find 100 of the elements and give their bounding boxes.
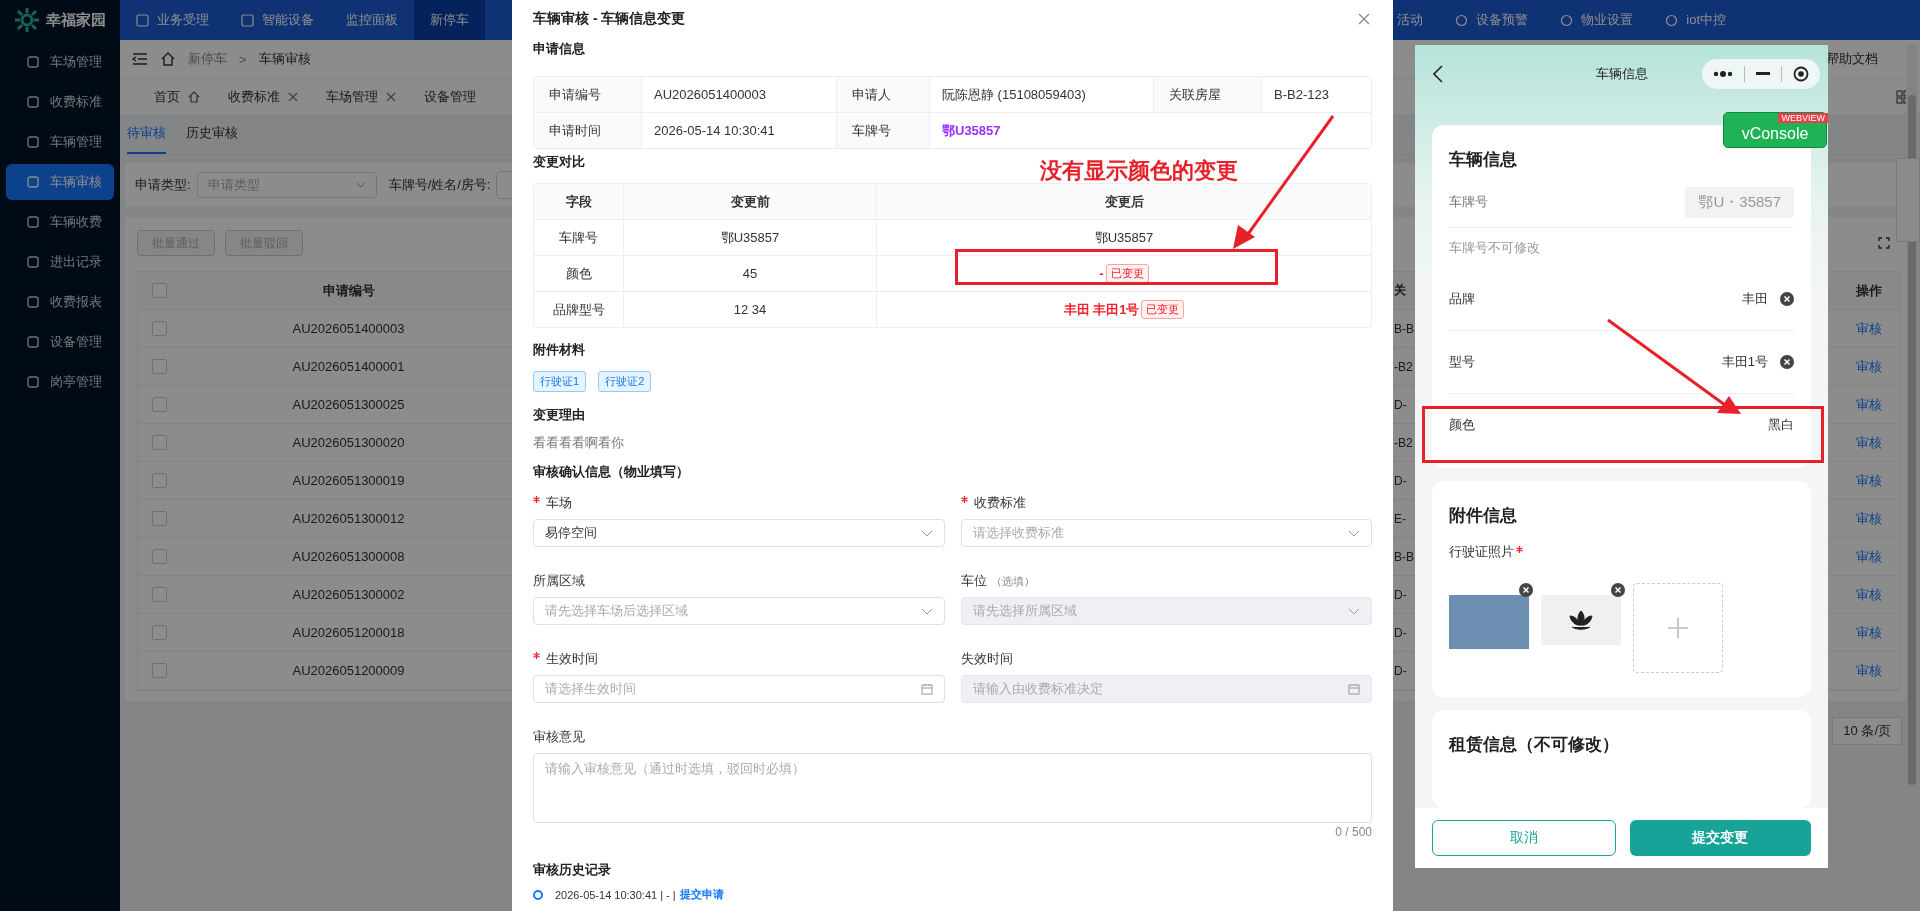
sidebar-item[interactable]: 车场管理	[6, 44, 114, 80]
page-tab[interactable]: 车场管理	[312, 87, 410, 106]
select-field[interactable]: 易停空间	[533, 519, 945, 547]
more-icon[interactable]	[1713, 71, 1734, 77]
page-tab[interactable]: 首页	[140, 87, 214, 106]
close-icon[interactable]	[288, 91, 298, 102]
checkbox[interactable]	[152, 283, 167, 298]
sidebar-item[interactable]: 车辆管理	[6, 124, 114, 160]
page-tab[interactable]: 设备管理	[410, 87, 490, 106]
minimize-icon[interactable]	[1756, 72, 1770, 76]
date-field[interactable]: 请选择生效时间	[533, 675, 945, 703]
attachment-tag[interactable]: 行驶证2	[598, 371, 652, 392]
table-cell: D-	[1394, 663, 1407, 678]
table-cell-text: AU2026051400003	[291, 320, 406, 338]
sidebar-item[interactable]: 收费报表	[6, 284, 114, 320]
select-field[interactable]: 请选择收费标准	[960, 519, 1372, 547]
checkbox[interactable]	[152, 625, 167, 640]
review-link[interactable]: 审核	[1855, 357, 1882, 376]
field-value[interactable]: 丰田	[1742, 290, 1768, 308]
page-tab[interactable]: 收费标准	[214, 87, 312, 106]
table-cell-text: AU2026051300020	[291, 434, 406, 452]
checkbox[interactable]	[152, 359, 167, 374]
field-label: 生效时间	[546, 650, 598, 668]
history-action-link[interactable]: 提交申请	[679, 887, 724, 902]
remove-icon[interactable]	[1611, 583, 1625, 597]
remove-icon[interactable]	[1519, 583, 1533, 597]
nav-item[interactable]: 新停车	[414, 0, 485, 40]
select-field[interactable]: 请先选择车场后选择区域	[533, 597, 945, 625]
review-link[interactable]: 审核	[1855, 547, 1882, 566]
page-size-select[interactable]: 10 条/页	[1832, 717, 1902, 745]
table-cell-text: AU2026051200009	[291, 662, 406, 680]
nav-item[interactable]: 设备预警	[1439, 0, 1545, 40]
table-cell: D-	[1394, 397, 1407, 412]
content-tab[interactable]: 历史审核	[186, 114, 238, 154]
checkbox[interactable]	[152, 511, 167, 526]
review-link[interactable]: 审核	[1855, 471, 1882, 490]
review-link[interactable]: 审核	[1855, 509, 1882, 528]
section-title: 附件材料	[533, 341, 585, 359]
table-cell: E-	[1394, 511, 1406, 526]
review-link[interactable]: 审核	[1855, 395, 1882, 414]
close-icon[interactable]	[1358, 13, 1370, 25]
fullscreen-icon[interactable]	[1878, 237, 1890, 249]
menu-item-icon	[26, 295, 40, 309]
back-icon[interactable]	[1433, 65, 1443, 83]
nav-item[interactable]: 业务受理	[120, 0, 225, 40]
image-thumbnail[interactable]	[1541, 595, 1621, 645]
checkbox[interactable]	[152, 473, 167, 488]
changed-tag: 已变更	[1141, 300, 1185, 319]
column-header: 关	[1394, 282, 1406, 299]
review-link[interactable]: 审核	[1855, 319, 1882, 338]
review-link[interactable]: 审核	[1855, 585, 1882, 604]
breadcrumb-item[interactable]: 新停车	[188, 50, 227, 68]
sidebar-item[interactable]: 车辆审核	[6, 164, 114, 200]
attachment-tag[interactable]: 行驶证1	[533, 371, 587, 392]
nav-item[interactable]: iot中控	[1649, 0, 1742, 40]
sidebar-item[interactable]: 进出记录	[6, 244, 114, 280]
table-cell: 鄂U35857	[624, 220, 877, 255]
required-asterisk-icon	[1516, 546, 1523, 553]
field-value[interactable]: 黑白	[1768, 416, 1794, 434]
field-value[interactable]: 丰田1号	[1721, 353, 1768, 371]
content-tab[interactable]: 待审核	[127, 114, 166, 154]
review-link[interactable]: 审核	[1855, 623, 1882, 642]
checkbox[interactable]	[152, 397, 167, 412]
checkbox[interactable]	[152, 587, 167, 602]
clear-icon[interactable]	[1780, 292, 1794, 306]
table-cell: -B2	[1394, 435, 1413, 450]
table-cell: -	[1099, 266, 1104, 281]
menu-item-icon	[26, 215, 40, 229]
sidebar-item[interactable]: 车辆收费	[6, 204, 114, 240]
sidebar-item[interactable]: 岗亭管理	[6, 364, 114, 400]
submit-button[interactable]: 提交变更	[1629, 820, 1811, 856]
filter-label: 车牌号/姓名/房号:	[388, 176, 491, 194]
reason-text: 看看看看啊看你	[533, 434, 625, 452]
checkbox[interactable]	[152, 663, 167, 678]
table-cell: 鄂U35857	[1094, 228, 1154, 247]
review-link[interactable]: 审核	[1855, 433, 1882, 452]
sidebar-item[interactable]: 设备管理	[6, 324, 114, 360]
cancel-button[interactable]: 取消	[1432, 820, 1616, 856]
plate-field: 鄂U・35857	[1685, 186, 1794, 218]
checkbox[interactable]	[152, 549, 167, 564]
target-icon[interactable]	[1792, 66, 1809, 82]
menu-icon[interactable]	[132, 52, 148, 66]
nav-item[interactable]: 监控面板	[330, 0, 414, 40]
nav-item[interactable]: 智能设备	[225, 0, 330, 40]
menu-item-icon	[26, 335, 40, 349]
checkbox[interactable]	[152, 321, 167, 336]
home-icon[interactable]	[160, 51, 176, 67]
checkbox[interactable]	[152, 435, 167, 450]
comment-field[interactable]: 请输入审核意见（通过时选填，驳回时必填）	[533, 753, 1372, 823]
clear-icon[interactable]	[1780, 355, 1794, 369]
close-icon[interactable]	[386, 91, 396, 102]
app-logo-text: 幸福家园	[46, 10, 106, 30]
column-header: 操作	[1854, 281, 1883, 300]
sidebar-item[interactable]: 收费标准	[6, 84, 114, 120]
field-label: 车位	[960, 572, 987, 590]
required-asterisk-icon	[533, 652, 540, 659]
nav-item[interactable]: 物业设置	[1544, 0, 1650, 40]
info-label: 车牌号	[837, 113, 930, 148]
info-value: B-B2-123	[1273, 86, 1330, 104]
review-link[interactable]: 审核	[1855, 661, 1882, 680]
